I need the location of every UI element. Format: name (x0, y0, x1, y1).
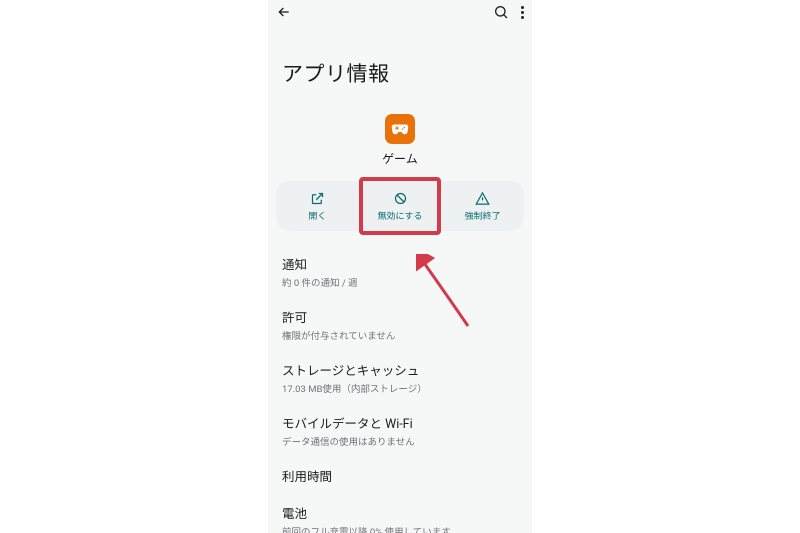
row-title: モバイルデータと Wi-Fi (282, 413, 518, 432)
open-icon (310, 191, 325, 206)
row-subtitle: 17.03 MB使用（内部ストレージ） (282, 381, 518, 395)
top-bar (268, 0, 532, 24)
open-button[interactable]: 開く (276, 181, 359, 231)
more-icon[interactable] (521, 6, 524, 19)
action-row: 開く 無効にする 強制終了 (276, 181, 524, 231)
warning-icon (475, 191, 490, 206)
app-name: ゲーム (268, 150, 532, 167)
search-icon[interactable] (493, 4, 509, 20)
row-subtitle: 約 0 件の通知 / 週 (282, 275, 518, 289)
page-title: アプリ情報 (268, 24, 532, 108)
app-header: ゲーム (268, 108, 532, 167)
disable-label: 無効にする (377, 209, 422, 222)
open-label: 開く (308, 209, 326, 222)
row-title: 許可 (282, 307, 518, 326)
settings-list: 通知 約 0 件の通知 / 週 許可 権限が付与されていません ストレージとキャ… (268, 231, 532, 533)
row-subtitle: データ通信の使用はありません (282, 434, 518, 448)
row-battery[interactable]: 電池 前回のフル充電以降 0% 使用しています (282, 494, 518, 533)
gamepad-icon (385, 114, 415, 144)
row-title: 通知 (282, 254, 518, 273)
row-notifications[interactable]: 通知 約 0 件の通知 / 週 (282, 245, 518, 298)
row-title: 利用時間 (282, 466, 518, 485)
disable-button[interactable]: 無効にする (359, 181, 442, 231)
force-stop-label: 強制終了 (465, 209, 501, 222)
row-screen-time[interactable]: 利用時間 (282, 457, 518, 494)
row-permissions[interactable]: 許可 権限が付与されていません (282, 298, 518, 351)
row-title: ストレージとキャッシュ (282, 360, 518, 379)
row-subtitle: 前回のフル充電以降 0% 使用しています (282, 524, 518, 533)
app-info-screen: アプリ情報 ゲーム 開く 無効にする (268, 0, 532, 533)
row-data[interactable]: モバイルデータと Wi-Fi データ通信の使用はありません (282, 404, 518, 457)
force-stop-button[interactable]: 強制終了 (441, 181, 524, 231)
row-storage[interactable]: ストレージとキャッシュ 17.03 MB使用（内部ストレージ） (282, 351, 518, 404)
row-title: 電池 (282, 503, 518, 522)
row-subtitle: 権限が付与されていません (282, 328, 518, 342)
back-icon[interactable] (276, 4, 292, 20)
disable-icon (393, 191, 408, 206)
